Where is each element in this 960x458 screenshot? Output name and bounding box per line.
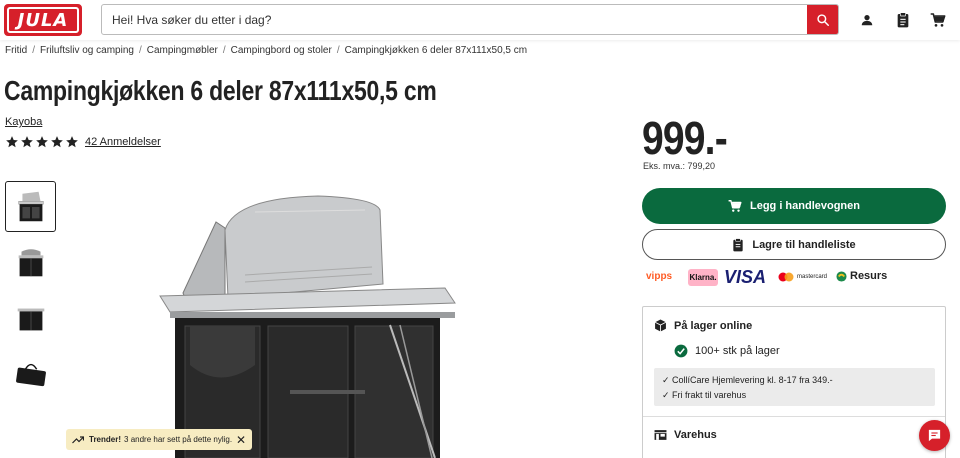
mastercard-logo: mastercard [778, 272, 827, 282]
clipboard-icon [733, 237, 744, 251]
logo-text: JULA [7, 7, 79, 33]
delivery-item-text: Fri frakt til varehus [672, 390, 747, 400]
breadcrumb-item[interactable]: Campingmøbler [147, 45, 218, 56]
thumbnail-2[interactable] [5, 237, 56, 288]
delivery-item: ✓ Fri frakt til varehus [662, 390, 747, 400]
cart-icon [728, 200, 742, 212]
vipps-logo: vipps [646, 271, 673, 282]
breadcrumb: Fritid / Friluftsliv og camping / Campingm… [5, 45, 528, 56]
chat-icon [928, 429, 941, 442]
vat-price: Eks. mva.: 799,20 [643, 161, 716, 171]
delivery-info: ✓ CollíCare Hjemlevering kl. 8-17 fra 34… [654, 368, 935, 406]
add-to-cart-button[interactable]: Legg i handlevognen [642, 188, 946, 224]
thumbnail-4[interactable] [5, 349, 56, 400]
visa-logo: VISA [724, 267, 767, 287]
save-list-label: Lagre til handleliste [752, 238, 856, 251]
resurs-logo: Resurs [836, 270, 887, 282]
product-thumbnail-image [15, 363, 46, 386]
online-stock-heading: På lager online [654, 319, 752, 332]
trending-icon [72, 435, 84, 443]
search-bar [101, 4, 839, 35]
breadcrumb-item[interactable]: Campingkjøkken 6 deler 87x111x50,5 cm [345, 45, 528, 56]
close-icon[interactable]: ✕ [236, 433, 246, 447]
site-header: JULA [0, 0, 960, 40]
klarna-logo: Klarna. [688, 269, 718, 286]
product-thumbnail-image [18, 248, 43, 276]
reviews-link[interactable]: 42 Anmeldelser [85, 136, 161, 148]
star-icon [21, 136, 33, 148]
mastercard-text: mastercard [797, 274, 828, 280]
rating[interactable]: 42 Anmeldelser [5, 135, 161, 149]
search-icon [816, 13, 829, 26]
resurs-text: Resurs [850, 270, 888, 282]
star-icon [66, 136, 78, 148]
stock-status: 100+ stk på lager [674, 344, 780, 358]
jula-logo[interactable]: JULA [4, 4, 82, 36]
store-stock-heading[interactable]: Varehus [654, 429, 717, 441]
chat-button[interactable] [919, 420, 950, 451]
store-icon [654, 430, 667, 440]
payment-logos: vipps Klarna. VISA mastercard Resurs [646, 267, 946, 288]
breadcrumb-item[interactable]: Friluftsliv og camping [40, 45, 134, 56]
breadcrumb-item[interactable]: Campingbord og stoler [231, 45, 332, 56]
delivery-item-text: CollíCare Hjemlevering kl. 8-17 fra 349.… [672, 375, 833, 385]
star-icon [36, 136, 48, 148]
thumbnail-1[interactable] [5, 181, 56, 232]
clipboard-icon[interactable] [894, 11, 912, 29]
save-list-button[interactable]: Lagre til handleliste [642, 229, 946, 260]
user-icon[interactable] [858, 11, 876, 29]
product-thumbnail-image [17, 191, 44, 221]
main-product-image[interactable] [150, 190, 470, 458]
online-stock-title: På lager online [674, 319, 753, 332]
star-icon [51, 136, 63, 148]
divider [643, 416, 945, 417]
stock-panel: På lager online 100+ stk på lager ✓ Coll… [642, 306, 946, 458]
search-button[interactable] [807, 5, 838, 34]
star-icon [6, 136, 18, 148]
trend-toast: Trender! 3 andre har sett på dette nylig… [66, 429, 252, 450]
add-to-cart-label: Legg i handlevognen [749, 200, 860, 212]
product-thumbnail-image [17, 308, 44, 330]
toast-text: 3 andre har sett på dette nylig. [124, 435, 233, 444]
check-circle-icon [674, 344, 688, 358]
cart-icon[interactable] [929, 11, 947, 29]
toast-bold: Trender! [89, 435, 122, 444]
stock-status-text: 100+ stk på lager [695, 345, 780, 357]
box-icon [654, 319, 667, 332]
thumbnail-3[interactable] [5, 293, 56, 344]
brand-link[interactable]: Kayoba [5, 116, 42, 128]
store-stock-title: Varehus [674, 429, 717, 441]
breadcrumb-item[interactable]: Fritid [5, 45, 27, 56]
star-rating [5, 135, 79, 149]
delivery-item: ✓ CollíCare Hjemlevering kl. 8-17 fra 34… [662, 375, 833, 385]
price: 999.- [642, 112, 728, 164]
search-input[interactable] [102, 5, 807, 34]
product-title: Campingkjøkken 6 deler 87x111x50,5 cm [4, 75, 437, 106]
